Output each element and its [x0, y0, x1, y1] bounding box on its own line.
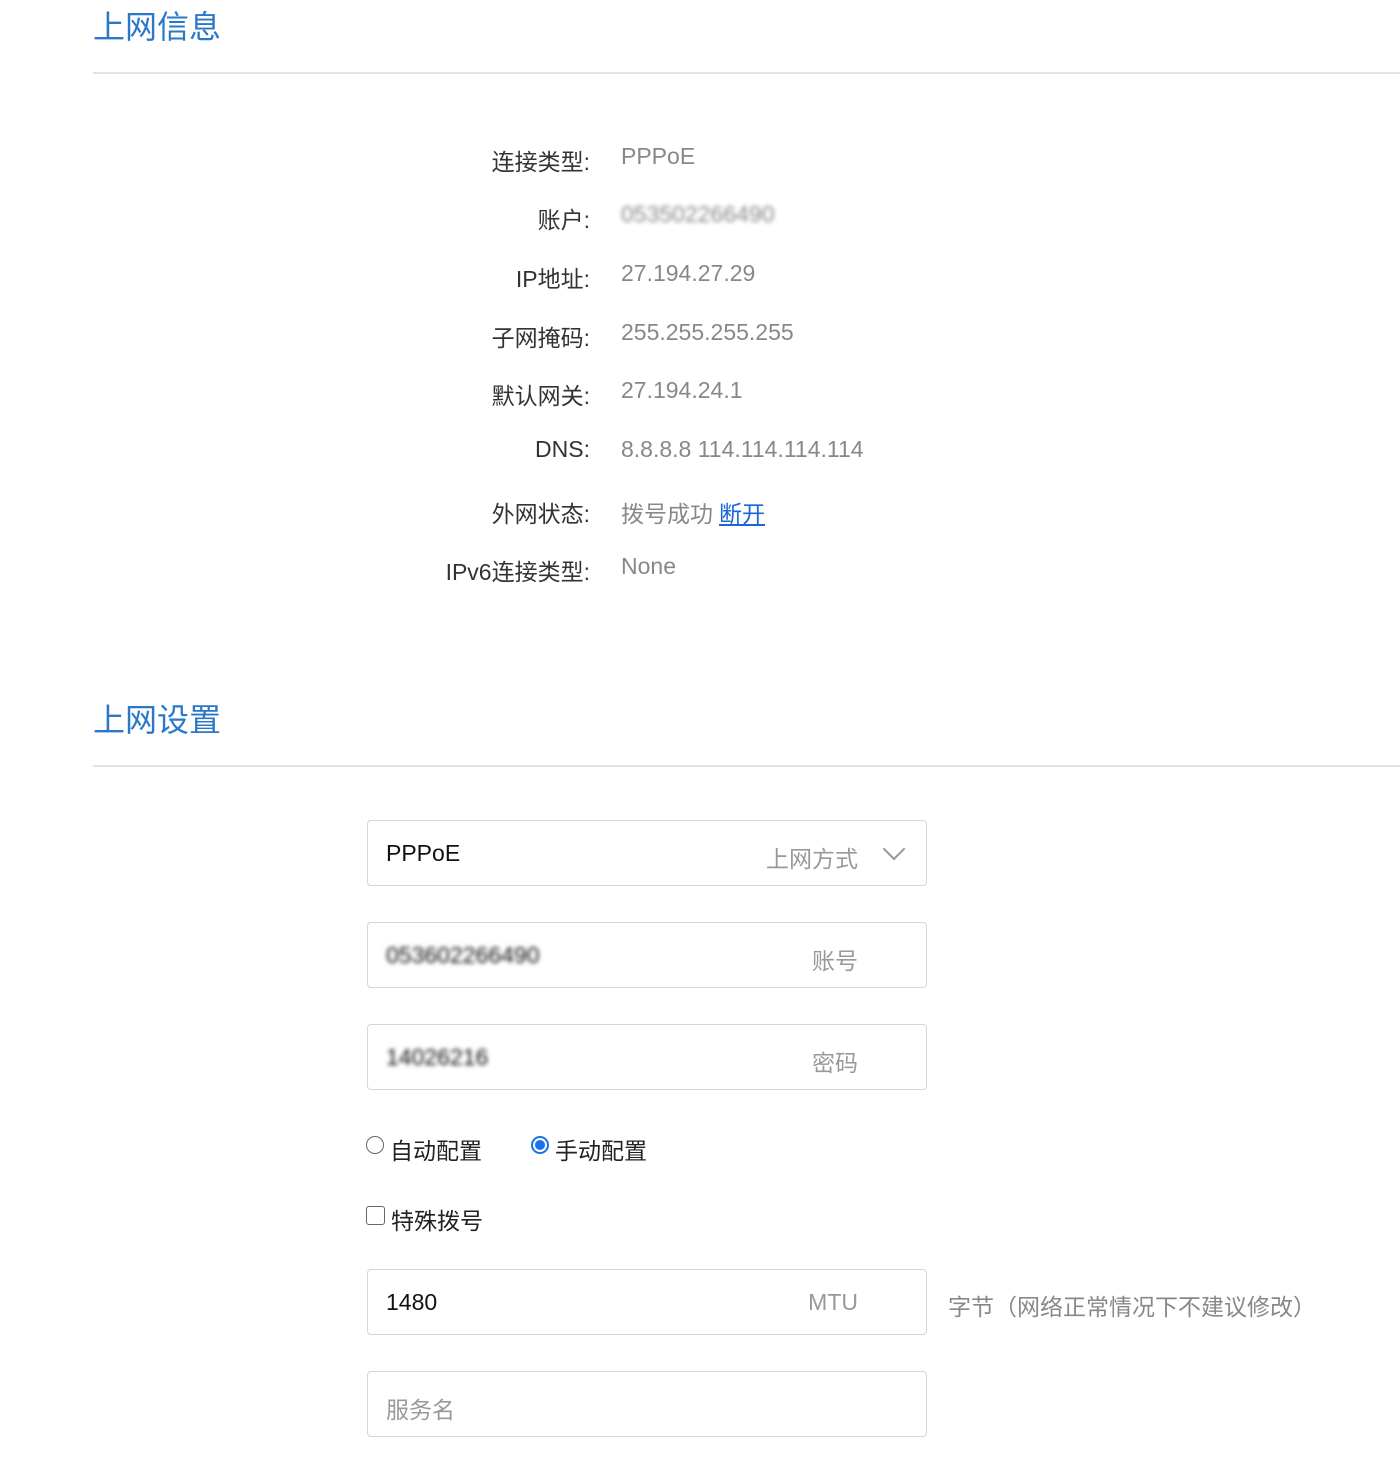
placeholder: 服务名 [386, 1391, 455, 1425]
field-label: 上网方式 [766, 840, 858, 874]
section-title-info: 上网信息 [93, 2, 221, 48]
label: IP地址: [516, 260, 590, 294]
service-name-input[interactable]: 服务名 [367, 1371, 927, 1437]
disconnect-link[interactable]: 断开 [719, 501, 765, 527]
checkbox-label: 特殊拨号 [391, 1202, 483, 1236]
radio-auto-config[interactable]: 自动配置 [366, 1132, 482, 1166]
section-title-settings: 上网设置 [93, 695, 221, 741]
label: IPv6连接类型: [446, 553, 590, 587]
selected-value: PPPoE [386, 840, 460, 867]
mtu-note: 字节（网络正常情况下不建议修改） [948, 1288, 1316, 1322]
radio-label: 手动配置 [555, 1132, 647, 1166]
value: 8.8.8.8 114.114.114.114 [621, 436, 864, 463]
field-label: MTU [808, 1289, 858, 1316]
label: 账户: [538, 201, 590, 235]
password-input[interactable]: 14026216 密码 [367, 1024, 927, 1090]
label: 连接类型: [492, 143, 590, 177]
info-row-conn-type: 连接类型:PPPoE [0, 143, 1400, 173]
input-value: 1480 [386, 1289, 437, 1316]
value: 255.255.255.255 [621, 319, 794, 346]
info-row-ip: IP地址:27.194.27.29 [0, 260, 1400, 290]
info-row-ipv6-type: IPv6连接类型:None [0, 553, 1400, 583]
mtu-input[interactable]: 1480 MTU [367, 1269, 927, 1335]
value: 27.194.24.1 [621, 377, 743, 404]
info-row-wan-status: 外网状态:拨号成功断开 [0, 495, 1400, 525]
label: 外网状态: [492, 495, 590, 529]
radio-button[interactable] [366, 1136, 384, 1154]
field-label: 密码 [812, 1044, 858, 1078]
value: None [621, 553, 676, 580]
label: 默认网关: [492, 377, 590, 411]
special-dial-checkbox[interactable]: 特殊拨号 [366, 1202, 483, 1236]
value: 拨号成功 [621, 501, 713, 527]
input-value: 053602266490 [386, 942, 540, 969]
info-row-netmask: 子网掩码:255.255.255.255 [0, 319, 1400, 349]
label: 子网掩码: [492, 319, 590, 353]
info-row-dns: DNS: 8.8.8.8 114.114.114.114 [0, 436, 1400, 466]
value: 053502266490 [621, 201, 775, 228]
divider [93, 72, 1400, 74]
checkbox[interactable] [366, 1206, 385, 1225]
info-row-account: 账户:053502266490 [0, 201, 1400, 231]
value: PPPoE [621, 143, 695, 170]
radio-button-selected[interactable] [531, 1136, 549, 1154]
divider [93, 765, 1400, 767]
value: 27.194.27.29 [621, 260, 755, 287]
info-row-gateway: 默认网关:27.194.24.1 [0, 377, 1400, 407]
connection-mode-select[interactable]: PPPoE 上网方式 [367, 820, 927, 886]
radio-manual-config[interactable]: 手动配置 [531, 1132, 647, 1166]
label: DNS: [535, 436, 590, 463]
field-label: 账号 [812, 942, 858, 976]
chevron-down-icon [883, 838, 906, 861]
account-input[interactable]: 053602266490 账号 [367, 922, 927, 988]
input-value: 14026216 [386, 1044, 488, 1071]
radio-label: 自动配置 [390, 1132, 482, 1166]
